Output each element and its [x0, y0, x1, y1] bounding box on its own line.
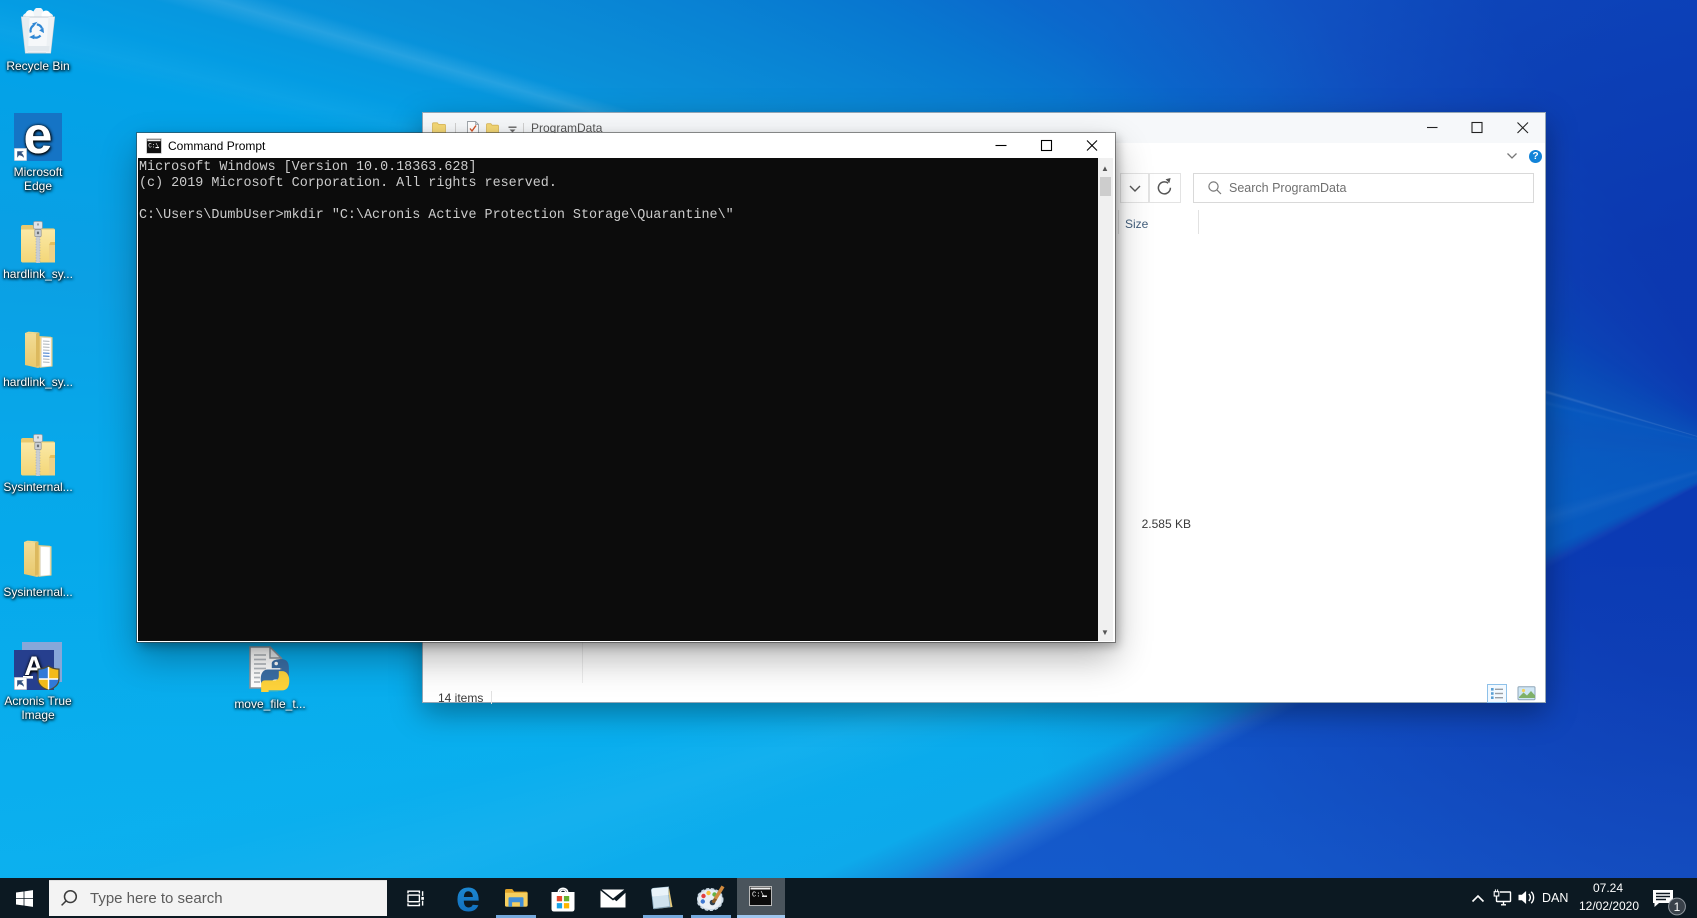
svg-text:1: 1 — [1674, 900, 1681, 914]
svg-text:e: e — [24, 113, 53, 161]
